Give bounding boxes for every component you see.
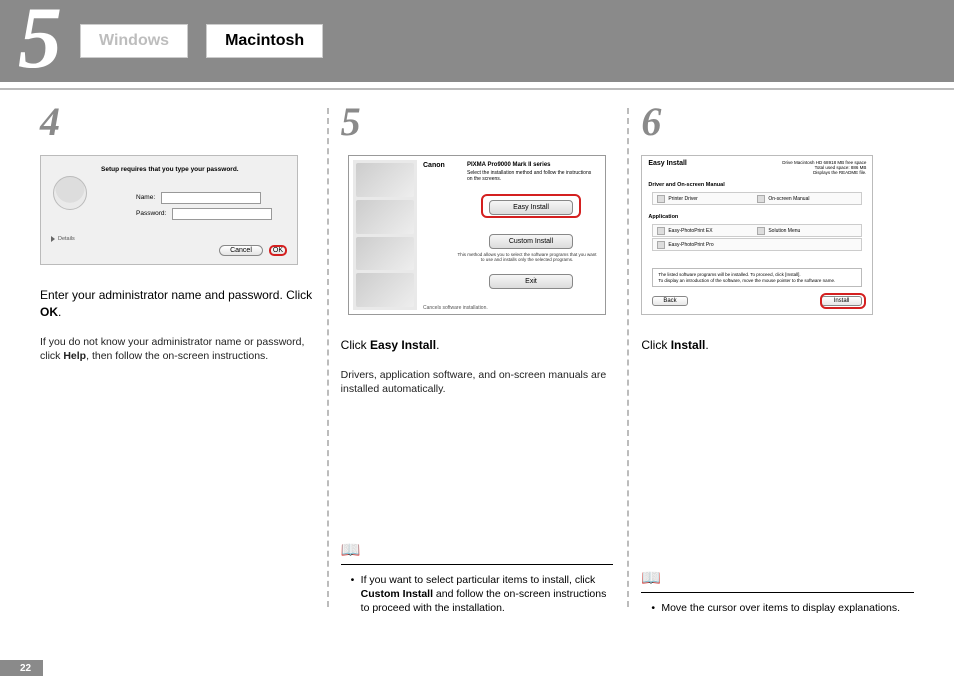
text: To display an introduction of the softwa… — [658, 278, 856, 284]
note-rule — [641, 592, 914, 593]
text-bold: Easy Install — [370, 338, 436, 352]
thumb-image — [356, 200, 414, 234]
text: . — [705, 338, 708, 352]
dialog-title: Easy Install — [648, 160, 687, 167]
text: Click — [641, 338, 670, 352]
product-label: PIXMA Pro9000 Mark II series — [467, 162, 551, 168]
highlight-box — [820, 293, 866, 309]
ok-button[interactable]: OK — [269, 245, 287, 256]
section-application-label: Application — [648, 214, 678, 220]
steps-row: 4 Setup requires that you type your pass… — [0, 90, 954, 397]
column-separator — [327, 108, 329, 607]
step5-subtext: Drivers, application software, and on-sc… — [341, 368, 614, 397]
step-number-5: 5 — [341, 98, 614, 145]
text: . — [436, 338, 439, 352]
tab-windows: Windows — [80, 24, 188, 58]
book-icon: 📖 — [341, 542, 358, 559]
step-6: 6 Easy Install Drive Macintosh HD 68918 … — [627, 98, 928, 397]
thumb-image — [356, 237, 414, 271]
note-item: If you want to select particular items t… — [351, 573, 614, 616]
item-label: Solution Menu — [768, 228, 800, 234]
app-icon — [757, 195, 765, 203]
easy-install-list-screenshot: Easy Install Drive Macintosh HD 68918 MB… — [641, 155, 873, 315]
step5-note: 📖 If you want to select particular items… — [341, 540, 614, 616]
exit-button[interactable]: Exit — [489, 274, 573, 289]
text: Displays the README file. — [782, 170, 866, 175]
tab-macintosh: Macintosh — [206, 24, 323, 58]
note-item: Move the cursor over items to display ex… — [651, 601, 914, 615]
name-field-row: Name: — [136, 192, 261, 204]
brand-label: Canon — [423, 162, 445, 169]
thumbnail-strip — [353, 160, 417, 310]
name-label: Name: — [136, 194, 155, 201]
back-button[interactable]: Back — [652, 296, 687, 306]
installer-dialog-screenshot: Canon PIXMA Pro9000 Mark II series Selec… — [348, 155, 606, 315]
details-label: Details — [58, 236, 75, 242]
step4-subtext: If you do not know your administrator na… — [40, 335, 313, 364]
intro-text: Select the installation method and follo… — [467, 170, 597, 182]
easy-install-button[interactable]: Easy Install — [489, 200, 573, 215]
password-label: Password: — [136, 210, 166, 217]
app-icon — [657, 227, 665, 235]
list-row[interactable]: Printer Driver On-screen Manual — [652, 192, 862, 205]
app-icon — [657, 195, 665, 203]
footer-note: Cancels software installation. — [423, 305, 488, 311]
column-separator — [627, 108, 629, 607]
item-label: Easy-PhotoPrint Pro — [668, 242, 713, 248]
app-icon — [757, 227, 765, 235]
password-input[interactable] — [172, 208, 272, 220]
cancel-button[interactable]: Cancel — [219, 245, 263, 256]
lock-icon — [53, 176, 87, 210]
thumb-image — [356, 273, 414, 307]
text: Click — [341, 338, 370, 352]
header-bar: 5 Windows Macintosh — [0, 0, 954, 82]
disk-meta: Drive Macintosh HD 68918 MB free space T… — [782, 160, 866, 176]
step6-instruction: Click Install. — [641, 337, 914, 354]
text-bold: Install — [671, 338, 706, 352]
note-list: Move the cursor over items to display ex… — [641, 601, 914, 615]
book-icon: 📖 — [641, 570, 658, 587]
text-bold: OK — [40, 305, 58, 319]
thumb-image — [356, 163, 414, 197]
dialog-buttons: Cancel OK — [219, 245, 287, 256]
list-row[interactable]: Easy-PhotoPrint Pro — [652, 238, 862, 251]
item-label: On-screen Manual — [768, 196, 809, 202]
password-field-row: Password: — [136, 208, 272, 220]
text: . — [58, 305, 61, 319]
list-row[interactable]: Easy-PhotoPrint EX Solution Menu — [652, 224, 862, 237]
step5-instruction: Click Easy Install. — [341, 337, 614, 354]
step-4: 4 Setup requires that you type your pass… — [26, 98, 327, 397]
step-number-6: 6 — [641, 98, 914, 145]
note-rule — [341, 564, 614, 565]
disclosure-triangle-icon — [51, 236, 55, 242]
step4-instruction: Enter your administrator name and passwo… — [40, 287, 313, 321]
method-note: This method allows you to select the sof… — [457, 252, 597, 262]
text-bold: Help — [63, 350, 86, 362]
step6-note: 📖 Move the cursor over items to display … — [641, 568, 914, 615]
section-driver-label: Driver and On-screen Manual — [648, 182, 724, 188]
note-list: If you want to select particular items t… — [341, 573, 614, 616]
page-number: 22 — [0, 660, 43, 676]
auth-dialog-screenshot: Setup requires that you type your passwo… — [40, 155, 298, 265]
section-number: 5 — [18, 0, 62, 83]
app-icon — [657, 241, 665, 249]
text: Enter your administrator name and passwo… — [40, 288, 312, 302]
item-label: Easy-PhotoPrint EX — [668, 228, 712, 234]
install-message-box: The listed software programs will be ins… — [652, 268, 862, 287]
details-disclosure[interactable]: Details — [51, 236, 75, 242]
custom-install-button[interactable]: Custom Install — [489, 234, 573, 249]
step-5: 5 Canon PIXMA Pro9000 Mark II series Sel… — [327, 98, 628, 397]
text-bold: Custom Install — [361, 588, 433, 600]
text: , then follow the on-screen instructions… — [86, 350, 268, 362]
step-number-4: 4 — [40, 98, 313, 145]
item-label: Printer Driver — [668, 196, 697, 202]
auth-message: Setup requires that you type your passwo… — [101, 166, 239, 173]
name-input[interactable] — [161, 192, 261, 204]
text: If you want to select particular items t… — [361, 574, 596, 586]
